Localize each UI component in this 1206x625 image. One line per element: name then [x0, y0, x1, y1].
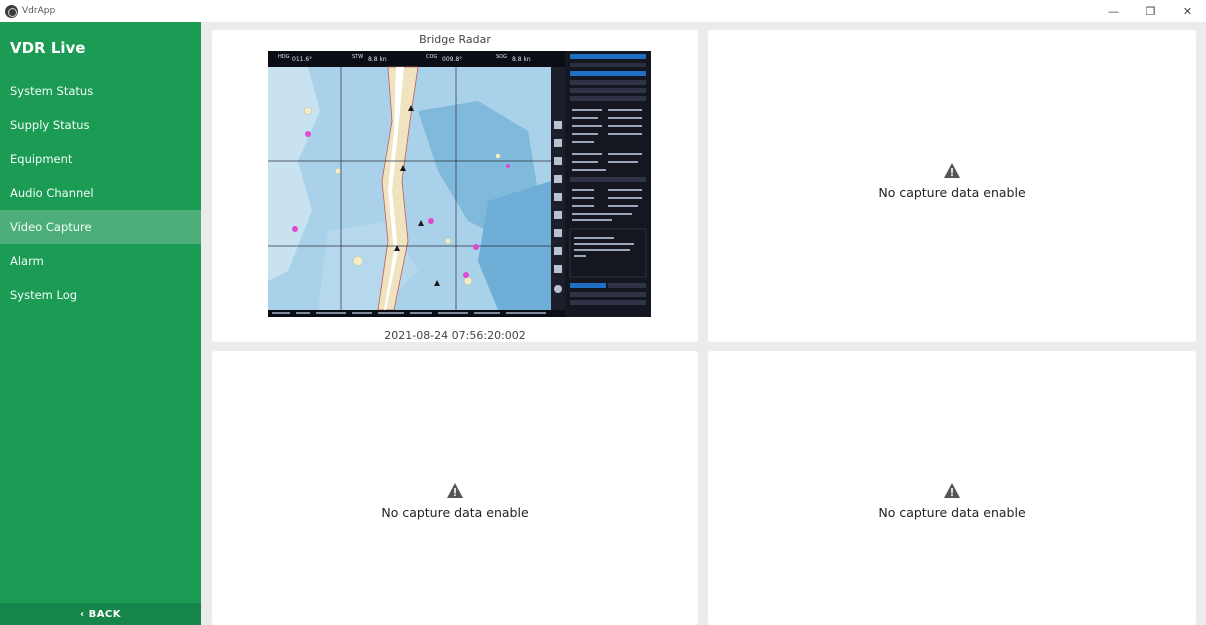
sidebar: VDR Live System Status Supply Status Equ…	[0, 22, 201, 625]
no-data-block: No capture data enable	[212, 483, 698, 522]
no-data-block: No capture data enable	[708, 163, 1196, 202]
title-bar: VdrApp — ❐ ✕	[0, 0, 1206, 22]
close-button[interactable]: ✕	[1169, 0, 1206, 22]
radar-stw-value: 8.8 kn	[368, 56, 387, 63]
radar-cog-label: COG	[426, 54, 437, 60]
window-controls: — ❐ ✕	[1095, 0, 1206, 22]
radar-sog-label: SOG	[496, 54, 507, 60]
radar-hdg-label: HDG	[278, 54, 290, 60]
capture-panel-3[interactable]: No capture data enable	[212, 351, 698, 625]
minimize-button[interactable]: —	[1095, 0, 1132, 22]
sidebar-item-alarm[interactable]: Alarm	[0, 244, 201, 278]
sidebar-item-system-status[interactable]: System Status	[0, 74, 201, 108]
no-data-message: No capture data enable	[878, 185, 1026, 200]
sidebar-header: VDR Live	[10, 39, 86, 57]
capture-panel-2[interactable]: No capture data enable	[708, 30, 1196, 342]
sidebar-item-video-capture[interactable]: Video Capture	[0, 210, 201, 244]
capture-timestamp: 2021-08-24 07:56:20:002	[384, 329, 526, 342]
sidebar-item-equipment[interactable]: Equipment	[0, 142, 201, 176]
app-logo-icon	[5, 4, 18, 18]
warning-triangle-icon	[447, 483, 463, 498]
radar-sog-value: 8.8 kn	[512, 56, 531, 63]
restore-button[interactable]: ❐	[1132, 0, 1169, 22]
no-data-block: No capture data enable	[708, 483, 1196, 522]
radar-stw-label: STW	[352, 54, 363, 60]
sidebar-item-system-log[interactable]: System Log	[0, 278, 201, 312]
radar-capture-image: HDG 011.6° STW 8.8 kn COG 009.8° SOG 8.8…	[268, 51, 651, 317]
radar-hdg-value: 011.6°	[292, 56, 312, 63]
capture-panel-4[interactable]: No capture data enable	[708, 351, 1196, 625]
warning-triangle-icon	[944, 163, 960, 178]
capture-panel-bridge-radar[interactable]: Bridge Radar HDG 011.6° STW 8.8 kn COG 0…	[212, 30, 698, 342]
sidebar-item-audio-channel[interactable]: Audio Channel	[0, 176, 201, 210]
no-data-message: No capture data enable	[381, 505, 529, 520]
sidebar-item-supply-status[interactable]: Supply Status	[0, 108, 201, 142]
window-title: VdrApp	[22, 6, 56, 16]
no-data-message: No capture data enable	[878, 505, 1026, 520]
warning-triangle-icon	[944, 483, 960, 498]
capture-title: Bridge Radar	[419, 33, 491, 46]
radar-cog-value: 009.8°	[442, 56, 462, 63]
back-button[interactable]: ‹ BACK	[0, 603, 201, 625]
